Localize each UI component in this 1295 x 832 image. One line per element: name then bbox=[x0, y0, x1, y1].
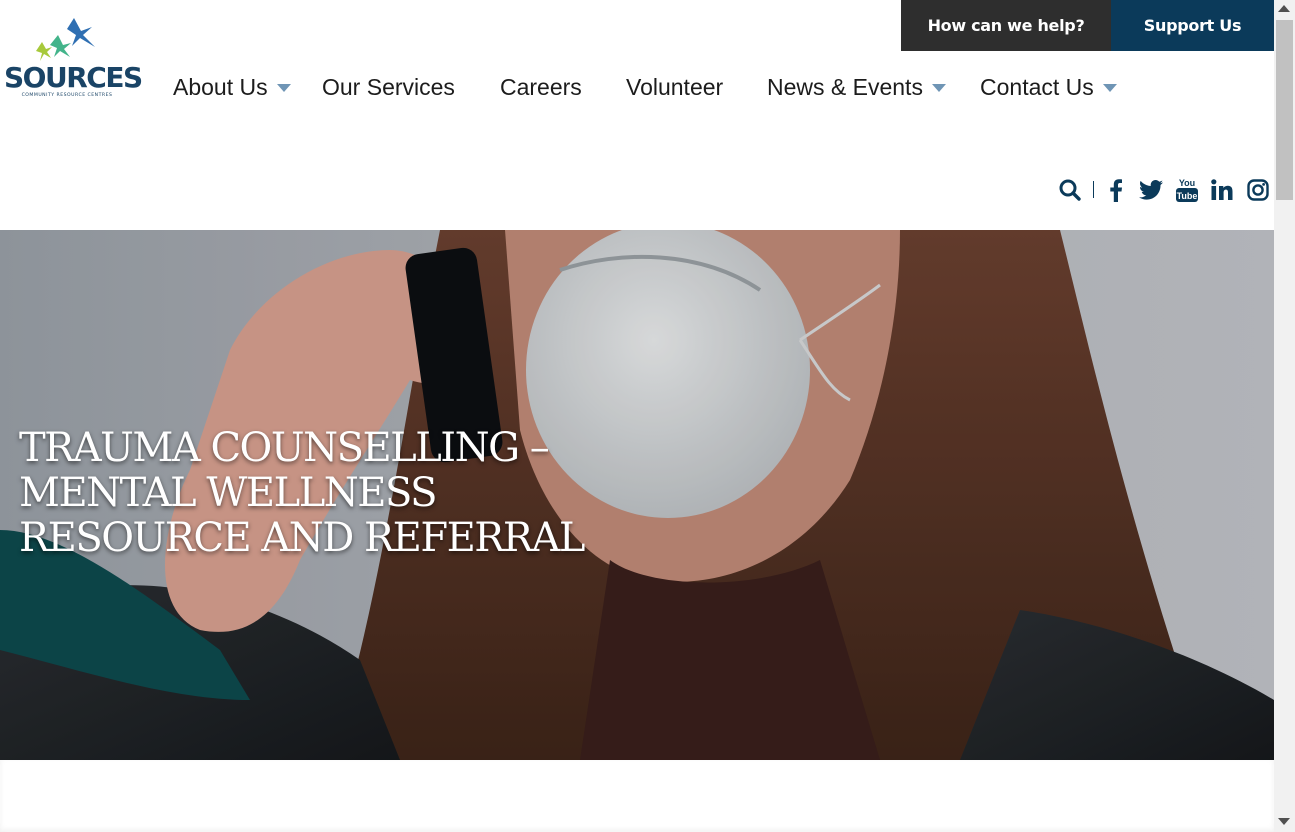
nav-item-label: News & Events bbox=[767, 73, 923, 100]
nav-item-label: Our Services bbox=[322, 73, 455, 100]
site-logo[interactable]: SOURCES COMMUNITY RESOURCE CENTRES bbox=[4, 14, 143, 102]
how-can-we-help-button[interactable]: How can we help? bbox=[901, 0, 1111, 51]
nav-item-label: Contact Us bbox=[980, 73, 1094, 100]
nav-item-contact-us[interactable]: Contact Us bbox=[980, 70, 1117, 104]
social-divider bbox=[1093, 181, 1094, 198]
hero-banner: TRAUMA COUNSELLING – MENTAL WELLNESS RES… bbox=[0, 230, 1274, 760]
nav-item-news-events[interactable]: News & Events bbox=[767, 70, 946, 104]
search-icon[interactable] bbox=[1058, 176, 1082, 204]
nav-item-careers[interactable]: Careers bbox=[500, 70, 582, 104]
logo-wordmark: SOURCES bbox=[4, 61, 143, 94]
instagram-icon[interactable] bbox=[1246, 176, 1270, 204]
chevron-down-icon bbox=[276, 84, 291, 92]
hero-title: TRAUMA COUNSELLING – MENTAL WELLNESS RES… bbox=[19, 425, 585, 561]
nav-item-label: Careers bbox=[500, 73, 582, 100]
nav-item-about-us[interactable]: About Us bbox=[173, 70, 291, 104]
chevron-down-icon bbox=[1102, 84, 1117, 92]
nav-item-label: About Us bbox=[173, 73, 268, 100]
svg-text:You: You bbox=[1179, 178, 1195, 188]
svg-text:Tube: Tube bbox=[1177, 191, 1198, 201]
twitter-icon[interactable] bbox=[1138, 176, 1164, 204]
nav-item-label: Volunteer bbox=[626, 73, 724, 100]
linkedin-icon[interactable] bbox=[1210, 176, 1234, 204]
nav-item-volunteer[interactable]: Volunteer bbox=[626, 70, 723, 104]
content-area bbox=[0, 760, 1274, 832]
scrollbar-thumb[interactable] bbox=[1276, 20, 1293, 200]
logo-tagline: COMMUNITY RESOURCE CENTRES bbox=[21, 93, 113, 98]
scroll-down-arrow-icon[interactable] bbox=[1278, 818, 1290, 825]
birds-logo-icon bbox=[36, 18, 95, 61]
facebook-icon[interactable] bbox=[1106, 176, 1126, 204]
support-us-button[interactable]: Support Us bbox=[1111, 0, 1274, 51]
nav-item-our-services[interactable]: Our Services bbox=[322, 70, 455, 104]
page: SOURCES COMMUNITY RESOURCE CENTRES How c… bbox=[0, 0, 1274, 832]
youtube-icon[interactable]: You Tube bbox=[1174, 176, 1200, 204]
chevron-down-icon bbox=[931, 84, 946, 92]
scroll-up-arrow-icon[interactable] bbox=[1278, 5, 1290, 12]
